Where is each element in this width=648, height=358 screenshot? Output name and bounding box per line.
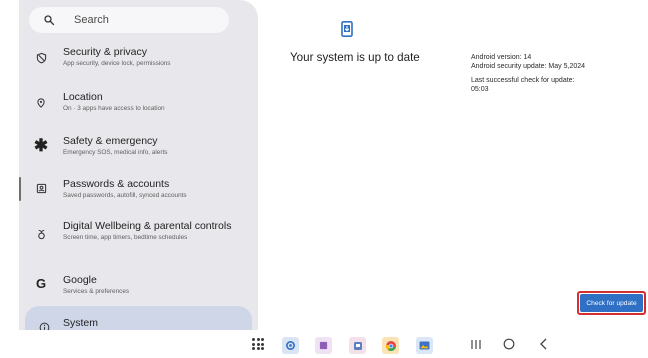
sidebar-item-title: Google [63,274,97,286]
search-bar[interactable]: Search [29,7,229,33]
system-update-icon [340,21,354,37]
sidebar-item-title: Location [63,91,103,103]
settings-sidebar: Search Security & privacy App security, … [19,0,258,330]
back-icon[interactable] [539,337,548,351]
last-check-label: Last successful check for update: [471,77,575,84]
chrome-icon[interactable] [382,337,399,354]
app-drawer-icon[interactable] [252,338,264,350]
taskbar [0,330,648,358]
sidebar-item-subtitle: Services & preferences [63,287,130,295]
pink-app-icon[interactable] [349,337,366,354]
sidebar-item-subtitle: On · 3 apps have access to location [63,104,165,112]
asterisk-icon: ✱ [33,136,49,155]
sidebar-item-subtitle: Screen time, app timers, bedtime schedul… [63,233,188,241]
check-button-highlight: Check for update [577,291,646,315]
sidebar-item-title: Digital Wellbeing & parental controls [63,220,232,232]
sidebar-item-security[interactable]: Security & privacy App security, device … [19,46,258,69]
sidebar-item-location[interactable]: Location On · 3 apps have access to loca… [19,91,258,114]
shield-icon [36,51,47,69]
sidebar-item-subtitle: App security, device lock, permissions [63,59,171,67]
photos-app-icon[interactable] [416,337,433,354]
purple-app-icon[interactable] [315,337,332,354]
drag-handle[interactable] [19,177,21,201]
sidebar-item-title: Safety & emergency [63,135,158,147]
search-icon [40,11,58,29]
account-box-icon [36,181,47,200]
sidebar-item-subtitle: Saved passwords, autofill, synced accoun… [63,191,187,199]
sidebar-item-system[interactable]: System [25,306,252,330]
google-icon: G [35,276,47,291]
sidebar-item-title: Security & privacy [63,46,148,58]
home-icon[interactable] [503,337,515,351]
android-version: Android version: 14 [471,54,532,61]
last-check-time: 05:03 [471,85,489,93]
update-status-title: Your system is up to date [290,51,420,64]
settings-app-icon[interactable] [282,337,299,354]
sidebar-item-digital-wellbeing[interactable]: Digital Wellbeing & parental controls Sc… [19,220,258,246]
search-label: Search [74,14,109,26]
wellbeing-icon [36,228,47,246]
sidebar-item-title: System [63,317,99,329]
recents-icon[interactable] [470,337,482,351]
sidebar-item-safety[interactable]: ✱ Safety & emergency Emergency SOS, medi… [19,135,258,157]
security-update-date: Android security update: May 5,2024 [471,62,586,70]
info-icon [39,320,50,330]
check-for-update-button[interactable]: Check for update [580,294,643,312]
sidebar-item-passwords[interactable]: Passwords & accounts Saved passwords, au… [19,178,258,200]
sidebar-item-google[interactable]: G Google Services & preferences [19,274,258,296]
version-info: Android version: 14 Android security upd… [471,54,585,94]
location-pin-icon [36,96,46,114]
sidebar-item-subtitle: Emergency SOS, medical info, alerts [63,148,168,156]
sidebar-item-title: Passwords & accounts [63,178,170,190]
